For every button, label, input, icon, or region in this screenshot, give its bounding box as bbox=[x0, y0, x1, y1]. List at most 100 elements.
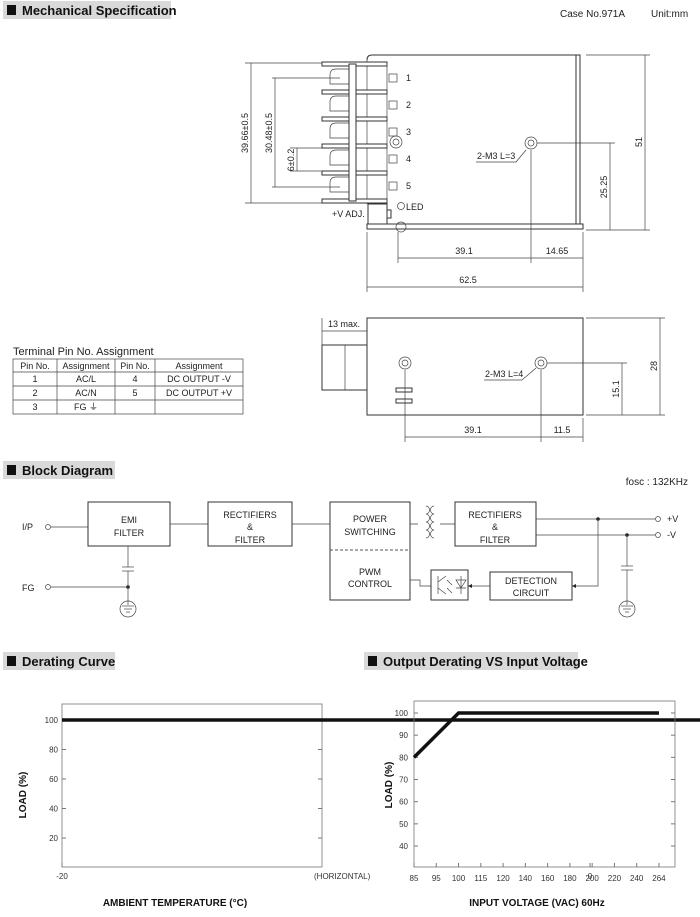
x-tick-label: 180 bbox=[563, 874, 577, 883]
svg-text:RECTIFIERS: RECTIFIERS bbox=[468, 510, 522, 520]
pin-number: 3 bbox=[406, 127, 411, 137]
input-label: I/P bbox=[22, 522, 33, 532]
dim-pitch: 6±0.2 bbox=[286, 149, 296, 171]
block-diagram: I/P FG EMI FILTER RECTIFIERS & FILTER PO… bbox=[22, 501, 678, 618]
table-header-cell: Assignment bbox=[175, 361, 223, 371]
square-bullet-icon bbox=[7, 5, 16, 15]
fosc-label: fosc : 132KHz bbox=[626, 477, 688, 488]
square-bullet-icon bbox=[368, 656, 377, 666]
table-header-cell: Assignment bbox=[62, 361, 110, 371]
x-tick-label: -20 bbox=[56, 872, 68, 881]
optocoupler-icon bbox=[430, 569, 469, 601]
ground-icon bbox=[119, 600, 137, 618]
svg-text:DETECTION: DETECTION bbox=[505, 576, 557, 586]
y-tick-label: 70 bbox=[399, 776, 408, 785]
svg-text:FILTER: FILTER bbox=[114, 528, 145, 538]
derating-curve-header: Derating Curve bbox=[3, 652, 115, 670]
table-cell: 5 bbox=[132, 388, 137, 398]
dim-hole-y: 25.25 bbox=[599, 176, 609, 199]
output-negative-label: -V bbox=[667, 530, 676, 540]
y-tick-label: 90 bbox=[399, 731, 408, 740]
pin-marker bbox=[388, 181, 398, 191]
case-number: Case No.971A bbox=[560, 9, 625, 20]
svg-text:CIRCUIT: CIRCUIT bbox=[513, 588, 550, 598]
table-cell: 4 bbox=[132, 374, 137, 384]
table-cell: AC/N bbox=[75, 388, 97, 398]
y-tick-label: 60 bbox=[49, 775, 58, 784]
pin-marker bbox=[388, 100, 398, 110]
section-title: Mechanical Specification bbox=[22, 3, 177, 18]
svg-text:POWER: POWER bbox=[353, 514, 388, 524]
pin-number: 5 bbox=[406, 181, 411, 191]
x-tick-label: 160 bbox=[541, 874, 555, 883]
top-view-drawing: LED +V ADJ. 1 2 3 4 5 2-M3 L=3 39.66±0.5 30.… bbox=[240, 54, 650, 292]
y-tick-label: 60 bbox=[399, 798, 408, 807]
terminal-screw-icon bbox=[329, 149, 349, 166]
pin-number: 4 bbox=[406, 154, 411, 164]
square-bullet-icon bbox=[7, 465, 16, 475]
dim-height: 51 bbox=[634, 137, 644, 147]
output-derating-header: Output Derating VS Input Voltage bbox=[364, 652, 588, 670]
x-tick-label: 240 bbox=[630, 874, 644, 883]
table-cell: FG ⏚ bbox=[74, 402, 98, 412]
vadj-label: +V ADJ. bbox=[332, 209, 365, 219]
y-tick-label: 100 bbox=[45, 716, 59, 725]
x-tick-label: 115 bbox=[474, 874, 487, 883]
dim-hole-x: 39.1 bbox=[455, 246, 473, 256]
dim-terminal: 13 max. bbox=[328, 319, 360, 329]
dim-height: 28 bbox=[649, 361, 659, 371]
x-axis-note: (HORIZONTAL) bbox=[314, 872, 371, 881]
dim-hole-y: 15.1 bbox=[611, 380, 621, 398]
y-tick-label: 100 bbox=[395, 709, 409, 718]
section-title: Block Diagram bbox=[22, 463, 113, 478]
terminal-screw-icon bbox=[329, 176, 349, 193]
transformer-icon bbox=[410, 505, 455, 539]
x-axis-label: AMBIENT TEMPERATURE (°C) bbox=[103, 898, 247, 909]
block-diagram-header: Block Diagram bbox=[3, 461, 115, 479]
pin-marker bbox=[388, 154, 398, 164]
dim-pitch-total: 39.66±0.5 bbox=[240, 113, 250, 153]
table-cell: 1 bbox=[32, 374, 37, 384]
dim-hole-x: 39.1 bbox=[464, 425, 482, 435]
dim-hole-right: 14.65 bbox=[546, 246, 569, 256]
chart-title: Derating Curve bbox=[22, 654, 115, 669]
terminal-pin-table: Terminal Pin No. Assignment Pin No. Assig… bbox=[12, 346, 244, 415]
chart-title: Output Derating VS Input Voltage bbox=[383, 654, 588, 669]
table-cell: 2 bbox=[32, 388, 37, 398]
svg-text:CONTROL: CONTROL bbox=[348, 579, 392, 589]
datasheet-page: Mechanical Specification Case No.971A Un… bbox=[3, 1, 700, 909]
y-tick-label: 50 bbox=[399, 820, 408, 829]
dim-length: 62.5 bbox=[459, 275, 477, 285]
x-tick-label: 100 bbox=[452, 874, 466, 883]
svg-text:SWITCHING: SWITCHING bbox=[344, 527, 396, 537]
pin-marker bbox=[388, 127, 398, 137]
terminal-screw-icon bbox=[329, 95, 349, 112]
svg-text:&: & bbox=[492, 522, 498, 532]
svg-text:&: & bbox=[247, 522, 253, 532]
y-tick-label: 20 bbox=[49, 834, 58, 843]
mechanical-header: Mechanical Specification bbox=[3, 1, 177, 19]
table-cell: 3 bbox=[32, 402, 37, 412]
x-tick-label: 95 bbox=[432, 874, 441, 883]
led-label: LED bbox=[406, 202, 424, 212]
dim-hole-right: 11.5 bbox=[554, 425, 571, 435]
derating-line bbox=[62, 718, 700, 722]
y-tick-label: 80 bbox=[399, 753, 408, 762]
fg-label: FG bbox=[22, 583, 35, 593]
svg-text:PWM: PWM bbox=[359, 567, 381, 577]
pin-number: 2 bbox=[406, 100, 411, 110]
pin-number: 1 bbox=[406, 73, 411, 83]
pin-marker bbox=[388, 73, 398, 83]
output-derating-chart: LOAD (%) INPUT VOLTAGE (VAC) 60Hz 85 95 10… bbox=[384, 700, 676, 909]
output-positive-label: +V bbox=[667, 514, 678, 524]
ground-icon bbox=[618, 600, 636, 618]
x-tick-label: 200 bbox=[585, 874, 599, 883]
x-tick-label: 220 bbox=[608, 874, 622, 883]
square-bullet-icon bbox=[7, 656, 16, 666]
screw-spec: 2-M3 L=3 bbox=[477, 151, 515, 161]
terminal-screw-icon bbox=[329, 122, 349, 139]
dim-pitch-inner: 30.48±0.5 bbox=[264, 113, 274, 153]
y-axis-label: LOAD (%) bbox=[384, 762, 395, 809]
led-icon bbox=[397, 202, 405, 210]
screw-spec: 2-M3 L=4 bbox=[485, 369, 523, 379]
